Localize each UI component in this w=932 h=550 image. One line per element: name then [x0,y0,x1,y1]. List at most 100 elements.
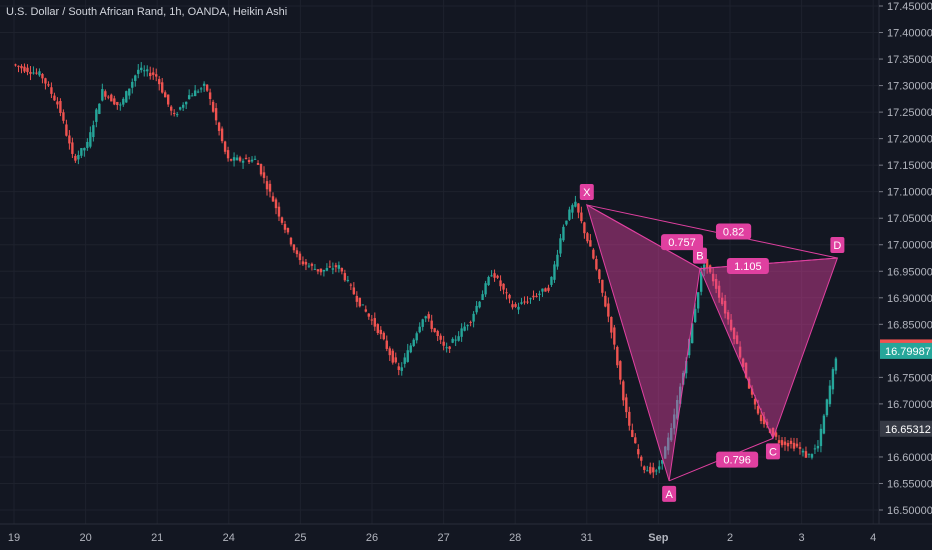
candle-body [35,72,38,74]
candle-body [831,369,835,390]
candle-body [152,72,155,75]
candle-body [397,366,400,370]
candle-body [640,456,643,461]
candle-body [226,150,230,159]
candle-body [756,405,760,414]
candle-body [134,75,137,81]
pattern-point-c[interactable]: C [769,446,777,458]
candle-body [119,104,122,106]
candle-body [352,287,356,295]
chart-area[interactable]: X A B C D 0.757 0.82 1.105 0.796 17.45000 17.40000… [0,0,932,550]
candle-body [619,361,622,380]
candle-body [208,92,212,100]
price-tick-label: 16.75000 [887,372,932,384]
candle-body [451,338,454,343]
price-tick-label: 17.05000 [887,213,932,225]
candle-body [295,250,299,255]
candle-body [47,84,50,86]
candle-body [460,328,463,337]
candle-body [637,449,640,455]
candle-body [430,320,433,329]
candle-body [38,71,41,76]
candle-body [463,326,466,331]
candle-body [331,268,335,270]
candle-body [466,325,469,327]
candle-body [469,321,472,323]
candle-body [184,101,188,105]
candle-body [364,309,368,312]
candle-body [499,280,502,287]
price-tick-label: 17.20000 [887,134,932,146]
candle-body [256,163,260,165]
candle-body [211,101,215,112]
time-tick-label: 26 [366,532,378,544]
candle-body [643,466,646,470]
chart-svg[interactable]: X A B C D 0.757 0.82 1.105 0.796 17.45000 17.40000… [0,0,932,550]
candle-body [538,293,541,295]
candle-body [556,254,559,267]
candle-body [490,275,493,277]
candle-body [424,316,427,319]
candle-body [143,70,146,72]
candle-body [819,428,823,447]
candle-body [181,104,185,108]
candle-body [807,453,811,455]
candle-body [32,72,35,74]
pattern-point-d[interactable]: D [833,240,841,252]
candle-body [798,447,802,449]
candle-body [595,259,598,270]
candle-body [328,266,332,268]
candle-body [559,238,562,254]
price-tick-label: 17.10000 [887,187,932,199]
candle-body [355,295,359,302]
candle-body [83,148,86,151]
time-tick-label: 27 [437,532,449,544]
candle-body [529,298,532,300]
candle-body [532,295,535,298]
candle-body [391,350,394,363]
price-tick-label: 16.70000 [887,399,932,411]
candle-body [80,148,83,156]
candle-body [265,181,269,190]
price-tick-label: 17.25000 [887,107,932,119]
candle-body [289,237,293,245]
candle-body [223,141,227,152]
price-tick-label: 16.90000 [887,293,932,305]
time-axis[interactable] [0,524,932,550]
candle-body [517,306,520,310]
candle-body [382,332,385,340]
pattern-point-b[interactable]: B [696,251,703,263]
candle-body [622,381,625,401]
candle-body [71,142,74,154]
candle-body [292,244,296,251]
candle-body [229,159,233,161]
candle-body [816,445,820,449]
candle-body [86,141,89,148]
time-tick-label: 24 [223,532,235,544]
price-tick-label: 17.40000 [887,28,932,40]
candle-body [577,203,580,213]
candle-body [475,305,478,313]
candle-body [448,346,451,349]
candle-body [415,333,418,341]
candle-body [319,268,323,273]
candle-body [220,128,224,142]
candle-body [274,199,278,209]
time-tick-label: 28 [509,532,521,544]
candle-body [313,268,317,270]
candle-body [89,132,92,147]
price-tick-label: 16.50000 [887,505,932,517]
pattern-point-x[interactable]: X [583,187,591,199]
price-tick-label: 17.30000 [887,81,932,93]
candle-body [137,69,140,74]
candle-body [526,301,529,303]
candle-body [113,98,116,105]
candle-body [834,358,838,371]
candle-body [250,159,254,162]
time-tick-label: 19 [8,532,20,544]
candle-body [777,440,781,444]
pattern-point-a[interactable]: A [665,489,673,501]
candle-body [202,83,206,86]
candle-body [235,157,239,161]
candle-body [167,94,170,105]
